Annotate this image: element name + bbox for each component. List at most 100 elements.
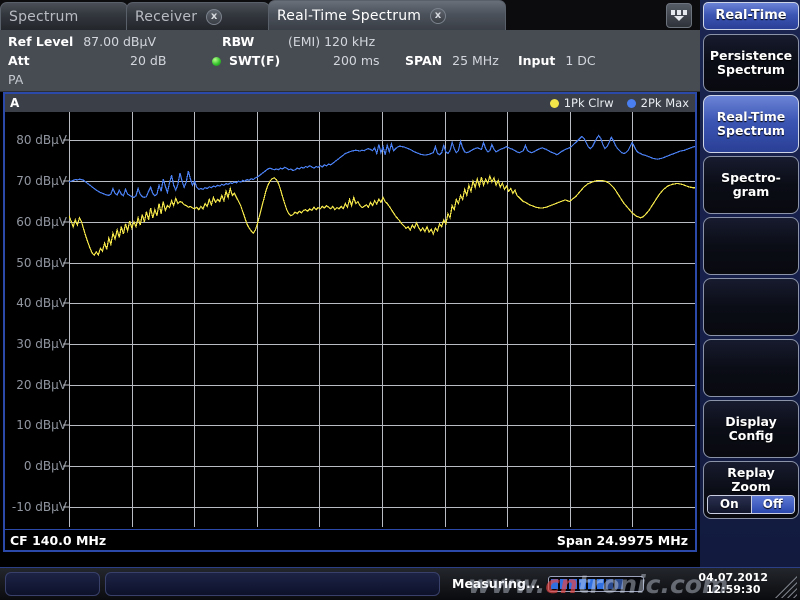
close-icon[interactable]: x (430, 8, 446, 24)
resize-grip-icon (773, 576, 797, 598)
softkey-real-time-spectrum[interactable]: Real-TimeSpectrum (703, 95, 799, 153)
grid-dropdown-icon[interactable] (666, 3, 692, 28)
close-icon[interactable]: x (206, 9, 222, 25)
y-axis-tick-label: 10 dBµV (9, 419, 67, 431)
softkey-label: Spectrum (717, 63, 785, 77)
y-axis-tick-label: 0 dBµV (9, 460, 67, 472)
tab-bar: Spectrum Receiver x Real-Time Spectrum x (0, 0, 700, 31)
softkey-label: Spectro- (721, 171, 781, 185)
tab-real-time-spectrum[interactable]: Real-Time Spectrum x (268, 0, 506, 30)
progress-segment (597, 579, 604, 589)
legend-label: 1Pk Clrw (564, 94, 614, 112)
softkey-empty-4 (703, 217, 799, 275)
softkey-label: Display (725, 415, 777, 429)
att-value: 20 dB (130, 53, 166, 68)
instrument-screen: Spectrum Receiver x Real-Time Spectrum x… (0, 0, 800, 600)
y-axis-tick-mark (63, 465, 69, 466)
ref-level-field: Ref Level 87.00 dBµV (8, 33, 156, 50)
att-value-field: 20 dB (130, 52, 166, 69)
date-time-display: 04.07.2012 12:59:30 (698, 572, 768, 596)
tab-label: Real-Time Spectrum (277, 8, 421, 24)
pa-label: PA (8, 72, 23, 87)
progress-segment (569, 579, 576, 589)
progress-segment (588, 579, 595, 589)
softkey-replay-zoom[interactable]: ReplayZoomOnOff (703, 461, 799, 519)
diagram-footer: CF 140.0 MHz Span 24.9975 MHz (5, 529, 695, 550)
softkey-toggle[interactable]: OnOff (707, 495, 795, 514)
rbw-label: RBW (222, 34, 254, 49)
progress-segment (560, 579, 567, 589)
swt-value-field: 200 ms (333, 52, 380, 69)
progress-segment (625, 579, 632, 589)
tab-label: Receiver (135, 9, 197, 25)
softkey-spectrogram[interactable]: Spectro-gram (703, 156, 799, 214)
softkey-label: gram (733, 185, 770, 199)
chevron-down-icon (674, 16, 684, 21)
legend-color-dot (627, 99, 636, 108)
y-axis-tick-mark (63, 262, 69, 263)
span-label: SPAN (405, 53, 442, 68)
y-axis-tick-mark (63, 506, 69, 507)
tab-label: Spectrum (9, 9, 78, 25)
measurement-header: Ref Level 87.00 dBµV Att 20 dB PA RBW (E… (0, 30, 700, 92)
swt-label: SWT(F) (229, 53, 280, 68)
y-axis-tick-mark (63, 181, 69, 182)
center-frequency-label: CF 140.0 MHz (10, 530, 106, 551)
bottom-softkey-left[interactable] (5, 572, 100, 596)
span-readout-label: Span 24.9975 MHz (557, 530, 688, 551)
legend-item-1pk: 1Pk Clrw (550, 94, 614, 112)
legend-label: 2Pk Max (641, 94, 689, 112)
diagram-title-bar: A 1Pk Clrw 2Pk Max (5, 94, 695, 112)
softkey-label: Real-Time (717, 110, 786, 124)
toggle-on-button[interactable]: On (708, 496, 752, 513)
trace-window-label: A (10, 96, 19, 110)
input-value: 1 DC (565, 53, 595, 68)
tab-receiver[interactable]: Receiver x (126, 2, 270, 30)
span-value: 25 MHz (452, 53, 499, 68)
time-label: 12:59:30 (698, 584, 768, 596)
rbw-field: RBW (222, 33, 254, 50)
att-label-field: Att (8, 52, 30, 69)
y-axis-tick-label: -10 dBµV (9, 501, 67, 513)
ref-level-value: 87.00 dBµV (83, 34, 156, 49)
tab-spectrum[interactable]: Spectrum (0, 2, 128, 30)
y-axis-tick-mark (63, 384, 69, 385)
softkey-label: Spectrum (717, 124, 785, 138)
progress-segment (615, 579, 622, 589)
softkey-empty-6 (703, 339, 799, 397)
grid-icon (671, 10, 687, 15)
softkey-persistence-spectrum[interactable]: PersistenceSpectrum (703, 34, 799, 92)
y-axis-tick-label: 50 dBµV (9, 257, 67, 269)
trace-legend: 1Pk Clrw 2Pk Max (550, 94, 689, 112)
spectrum-traces (69, 112, 695, 527)
spectrum-diagram[interactable]: A 1Pk Clrw 2Pk Max 80 dBµV70 dBµV60 dBµV… (3, 92, 697, 552)
att-label: Att (8, 53, 30, 68)
legend-item-2pk: 2Pk Max (627, 94, 689, 112)
y-axis-tick-mark (63, 221, 69, 222)
plot-canvas[interactable] (69, 112, 695, 527)
swt-value: 200 ms (333, 53, 380, 68)
progress-segment (606, 579, 613, 589)
status-bar: Measuring... 04.07.2012 12:59:30 (0, 567, 800, 600)
softkey-real-time[interactable]: Real-Time (703, 2, 799, 30)
rbw-value: (EMI) 120 kHz (288, 34, 375, 49)
softkey-empty-5 (703, 278, 799, 336)
softkey-label: Replay (727, 466, 775, 480)
pa-field: PA (8, 71, 23, 88)
status-led-icon (212, 57, 221, 66)
softkey-label: Zoom (731, 480, 770, 494)
progress-segment (551, 579, 558, 589)
progress-bar (548, 576, 644, 592)
y-axis-tick-label: 80 dBµV (9, 134, 67, 146)
y-axis-tick-label: 70 dBµV (9, 175, 67, 187)
softkey-display-config[interactable]: DisplayConfig (703, 400, 799, 458)
ref-level-label: Ref Level (8, 34, 73, 49)
toggle-off-button[interactable]: Off (752, 496, 795, 513)
softkey-label: Real-Time (715, 9, 786, 23)
bottom-softkey-main[interactable] (105, 572, 440, 596)
progress-segment (634, 579, 641, 589)
rbw-value-field: (EMI) 120 kHz (288, 33, 375, 50)
input-field: Input 1 DC (518, 52, 596, 69)
y-axis-tick-label: 30 dBµV (9, 338, 67, 350)
y-axis-tick-mark (63, 343, 69, 344)
